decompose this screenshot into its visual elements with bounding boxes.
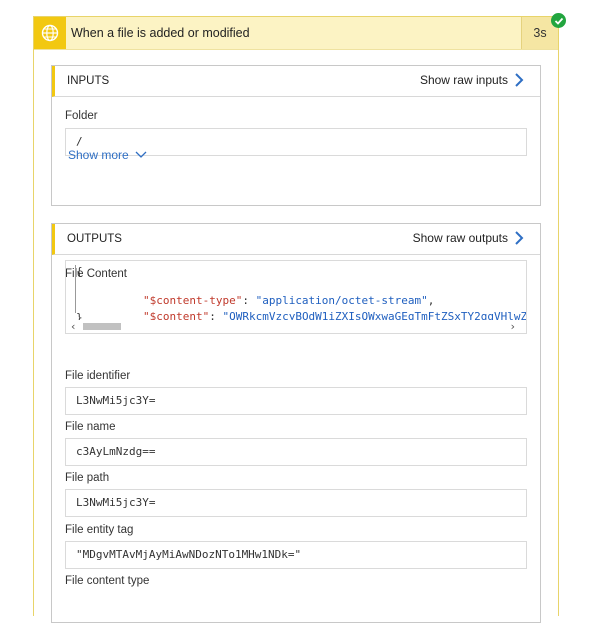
show-raw-outputs-link[interactable]: Show raw outputs (413, 231, 524, 245)
scroll-thumb[interactable] (83, 323, 121, 330)
file-entity-tag-label: File entity tag (65, 524, 134, 536)
scroll-right-icon[interactable]: › (509, 320, 516, 333)
chevron-down-icon (135, 151, 147, 158)
file-identifier-label: File identifier (65, 370, 131, 382)
outputs-header: OUTPUTS Show raw outputs (52, 224, 540, 255)
inputs-header: INPUTS Show raw inputs (52, 66, 540, 97)
show-raw-inputs-link[interactable]: Show raw inputs (420, 73, 524, 87)
show-more-label: Show more (68, 148, 129, 162)
trigger-card: When a file is added or modified 3s INPU… (33, 16, 559, 623)
inputs-title: INPUTS (67, 75, 110, 87)
trigger-title: When a file is added or modified (71, 26, 250, 40)
file-name-label: File name (65, 421, 116, 433)
file-identifier-value: L3NwMi5jc3Y= (65, 387, 527, 415)
file-content-code[interactable]: { "$content-type": "application/octet-st… (65, 260, 527, 334)
scroll-left-icon[interactable]: ‹ (70, 320, 77, 333)
outputs-section: OUTPUTS Show raw outputs File Content { … (51, 223, 541, 623)
file-path-value: L3NwMi5jc3Y= (65, 489, 527, 517)
outputs-title: OUTPUTS (67, 233, 122, 245)
chevron-right-icon (515, 73, 524, 87)
trigger-header[interactable]: When a file is added or modified 3s (34, 17, 558, 50)
file-path-label: File path (65, 472, 110, 484)
file-content-type-label: File content type (65, 575, 150, 587)
horizontal-scrollbar[interactable]: ‹ › (66, 320, 526, 333)
chevron-right-icon (515, 231, 524, 245)
show-more-link[interactable]: Show more (68, 148, 147, 162)
file-entity-tag-value: "MDgvMTAvMjAyMiAwNDozNTo1MHw1NDk=" (65, 541, 527, 569)
folder-label: Folder (65, 110, 98, 122)
globe-icon (34, 17, 66, 49)
show-raw-outputs-label: Show raw outputs (412, 231, 508, 245)
code-open-brace: { (76, 265, 83, 278)
file-name-value: c3AyLmNzdg== (65, 438, 527, 466)
success-check-icon (551, 13, 566, 28)
inputs-section: INPUTS Show raw inputs Folder / Show mor… (51, 65, 541, 206)
show-raw-inputs-label: Show raw inputs (419, 73, 508, 87)
